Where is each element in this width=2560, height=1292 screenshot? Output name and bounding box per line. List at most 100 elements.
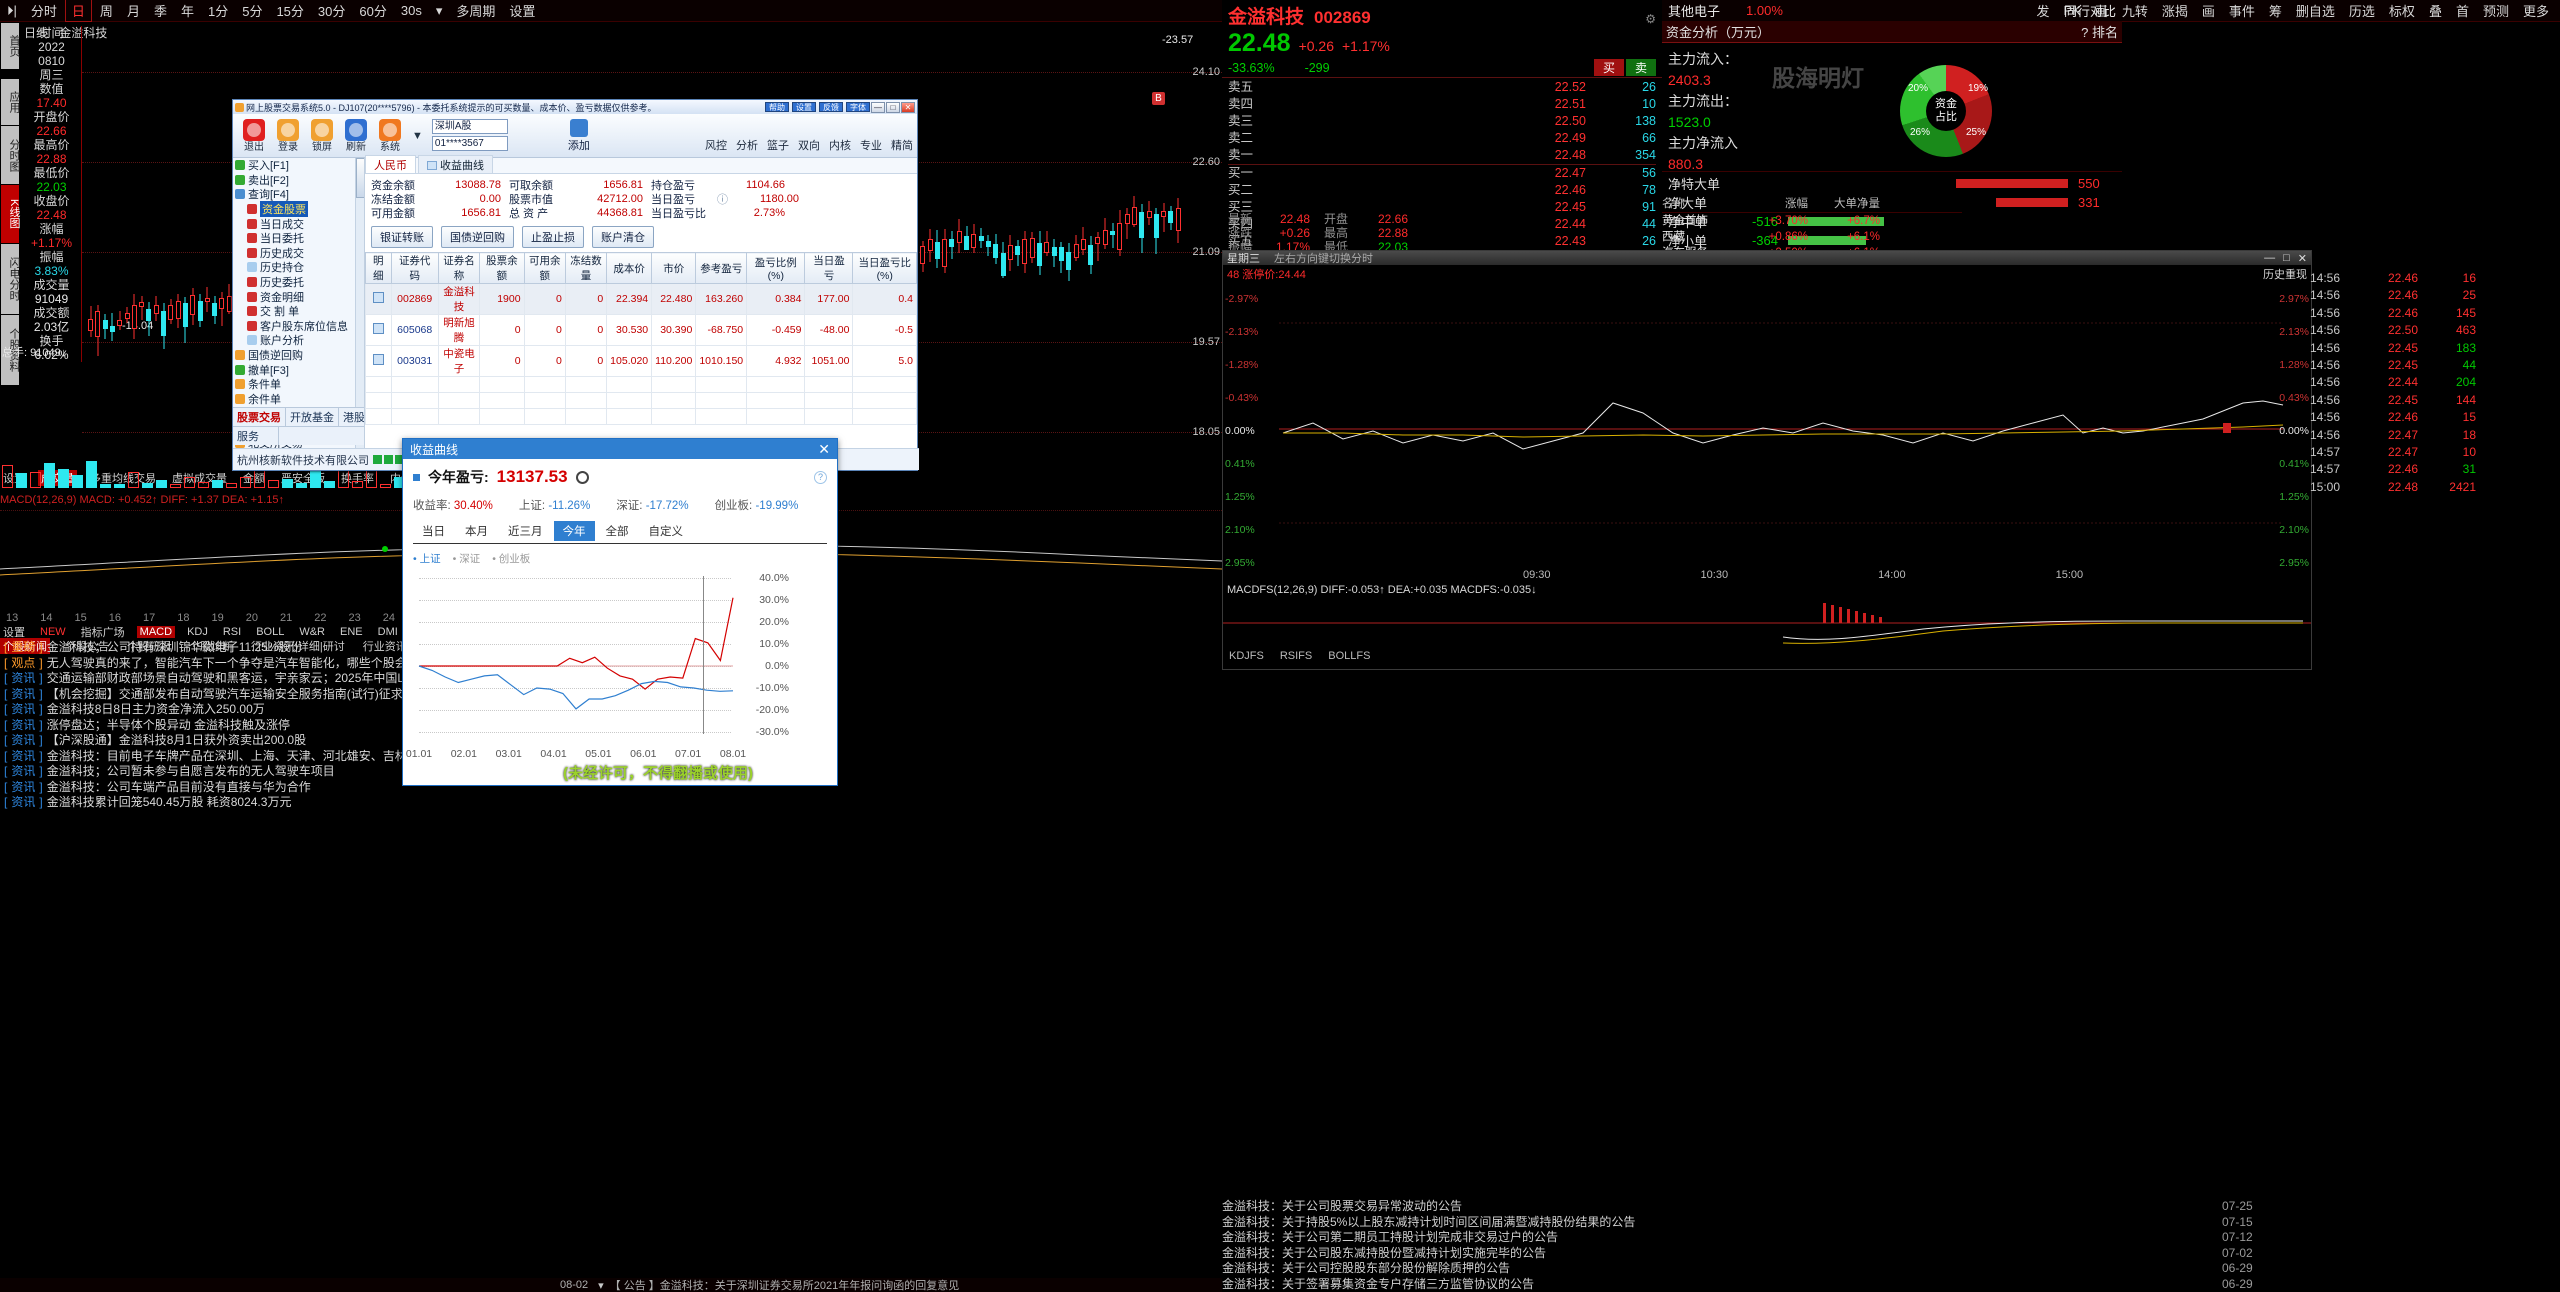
ind2-item-3-selected[interactable]: MACD — [136, 626, 176, 638]
add-button[interactable]: 添加 — [568, 137, 590, 153]
minimize-button[interactable]: — — [871, 101, 885, 113]
row-detail-icon[interactable] — [372, 354, 384, 365]
trading-window-titlebar[interactable]: 网上股票交易系统5.0 - DJ107(20****5796) - 本委托系统提… — [233, 100, 917, 114]
list-item[interactable]: 金溢科技：关于公司股票交易异常波动的公告 — [1222, 1199, 2312, 1215]
account-action-buttons[interactable]: 银证转账 国债逆回购 止盈止损 账户清仓 — [365, 224, 917, 252]
topbar-item-4[interactable]: 季 — [148, 0, 173, 21]
list-item[interactable]: 金溢科技：关于公司股东减持股份暨减持计划实施完毕的公告 — [1222, 1246, 2312, 1262]
close-button[interactable]: ✕ — [901, 101, 915, 113]
sidebar-item-2[interactable]: 查询[F4] — [233, 187, 364, 202]
sidebar-tab-hk[interactable]: 港股通 — [339, 408, 364, 426]
sell-button[interactable]: 卖 — [1625, 59, 1656, 76]
sidebar-item-16[interactable]: 余件单 — [233, 392, 364, 407]
reverse-repo-button[interactable]: 国债逆回购 — [441, 226, 514, 248]
link-twoway[interactable]: 双向 — [798, 137, 820, 153]
lockscreen-button[interactable]: 锁屏 — [305, 118, 339, 153]
range-year[interactable]: 今年 — [553, 521, 595, 541]
trading-main-tabs[interactable]: 人民币 收益曲线 — [365, 155, 917, 174]
add-button-group[interactable]: 添加 — [568, 118, 590, 153]
tab-bollfs[interactable]: BOLLFS — [1328, 650, 1370, 662]
left-tab-flash[interactable]: 闪电分时 — [1, 244, 20, 314]
fund-rank-link[interactable]: ? 排名 — [2081, 22, 2118, 41]
col-header-6[interactable]: 成本价 — [606, 252, 653, 284]
topbar-item-7[interactable]: 5分 — [236, 0, 268, 21]
topbar-item-6[interactable]: 1分 — [202, 0, 234, 21]
ind2-item-4[interactable]: KDJ — [184, 626, 211, 638]
table-header-row[interactable]: 明细 证券代码 证券名称 股票余额 可用余额 冻结数量 成本价 市价 参考盈亏 盈亏比例(%) 当日… — [365, 252, 917, 284]
minute-window-titlebar[interactable]: 星期三 左右方向键切换分时 — □ ✕ — [1223, 251, 2311, 265]
stop-profit-loss-button[interactable]: 止盈止损 — [522, 226, 584, 248]
settings-button[interactable]: 设置 — [792, 101, 816, 112]
row-detail-icon[interactable] — [372, 292, 384, 303]
info-icon[interactable]: ⓘ — [717, 191, 728, 207]
sidebar-tab-group[interactable]: 股票交易 开放基金 港股通 服务 — [233, 407, 364, 445]
table-row[interactable]: 002869 金溢科技 1900 0 0 22.394 22.480 163.260 0.384… — [365, 283, 917, 315]
close-icon[interactable]: ✕ — [2298, 252, 2307, 265]
gear-icon[interactable]: ⚙ — [1645, 12, 1656, 26]
exit-button[interactable]: 退出 — [237, 118, 271, 153]
ind2-item-8[interactable]: ENE — [337, 626, 366, 638]
trading-toolbar[interactable]: 退出 登录 锁屏 刷新 系统 ▼ 深圳A股 01****3567 添加 风控 分… — [233, 114, 917, 158]
topbar-item-0[interactable]: 分时 — [25, 0, 63, 21]
chevron-down-icon[interactable]: ▾ — [598, 1279, 604, 1292]
list-item[interactable]: 金溢科技：关于公司第二期员工持股计划完成非交易过户的公告 — [1222, 1230, 2312, 1246]
sidebar-item-1[interactable]: 卖出[F2] — [233, 173, 364, 188]
sidebar-item-13[interactable]: 国债逆回购 — [233, 348, 364, 363]
table-row[interactable]: 605068 明新旭腾 0 0 0 30.530 30.390 -68.750 -0.459 -4… — [365, 314, 917, 346]
topbar-multiperiod[interactable]: 多周期 — [450, 0, 501, 21]
list-item[interactable]: [资讯] 金溢科技累计回笼540.45万股 耗资8024.3万元 — [4, 795, 704, 811]
tick-list[interactable]: 14:56 22.46 16 14:56 22.46 25 14:56 22.46 145 … — [2310, 270, 2560, 496]
profit-curve-dialog[interactable]: 收益曲线 ✕ 今年盈亏: 13137.53 ? 收益率: 30.40% 上证: … — [402, 438, 838, 786]
row-detail-icon[interactable] — [372, 323, 384, 334]
sidebar-item-8[interactable]: 历史委托 — [233, 275, 364, 290]
link-analysis[interactable]: 分析 — [736, 137, 758, 153]
curve-dialog-titlebar[interactable]: 收益曲线 ✕ — [403, 439, 837, 459]
help-icon[interactable]: ? — [814, 470, 827, 484]
left-tab-apps[interactable]: 应用 — [1, 79, 20, 125]
left-tab-kline[interactable]: K线图 — [1, 185, 20, 243]
topbar-item-2[interactable]: 周 — [94, 0, 119, 21]
col-header-8[interactable]: 参考盈亏 — [695, 252, 748, 284]
refresh-button[interactable]: 刷新 — [339, 118, 373, 153]
topbar-item-5[interactable]: 年 — [175, 0, 200, 21]
buy-button[interactable]: 买 — [1593, 59, 1624, 76]
feedback-button[interactable]: 反馈 — [819, 101, 843, 112]
maximize-button[interactable]: □ — [886, 101, 900, 113]
peer-compare-link[interactable]: 同行对比 — [2064, 1, 2116, 20]
range-month[interactable]: 本月 — [456, 521, 497, 541]
trading-sidebar[interactable]: 买入[F1] 卖出[F2] 查询[F4] 资金股票 当日成交 当日委托 历史成交 历史持仓 历史… — [233, 158, 365, 469]
left-tab-home[interactable]: 首页 — [1, 23, 20, 69]
sidebar-tab-stock[interactable]: 股票交易 — [233, 408, 286, 426]
col-header-0[interactable]: 明细 — [365, 252, 392, 284]
sidebar-tab-service[interactable]: 服务 — [233, 427, 279, 445]
legend-chinext[interactable]: 创业板 — [492, 551, 531, 566]
ind2-item-new[interactable]: NEW — [37, 626, 69, 638]
link-simple[interactable]: 精简 — [891, 137, 913, 153]
table-row[interactable]: 003031 中瓷电子 0 0 0 105.020 110.200 1010.150 4.932… — [365, 345, 917, 377]
trading-window[interactable]: 网上股票交易系统5.0 - DJ107(20****5796) - 本委托系统提… — [232, 99, 919, 471]
col-header-11[interactable]: 当日盈亏比(%) — [852, 252, 917, 284]
range-custom[interactable]: 自定义 — [640, 521, 693, 541]
col-header-4[interactable]: 可用余额 — [523, 252, 566, 284]
topbar-item-1-selected[interactable]: 日 — [64, 0, 92, 22]
tab-rsifs[interactable]: RSIFS — [1280, 650, 1312, 662]
sidebar-item-3[interactable]: 资金股票 — [233, 201, 364, 218]
sidebar-item-9[interactable]: 资金明细 — [233, 289, 364, 304]
sector-name[interactable]: 其他电子 — [1668, 1, 1720, 20]
clear-position-button[interactable]: 账户清仓 — [592, 226, 654, 248]
sidebar-item-6[interactable]: 历史成交 — [233, 246, 364, 261]
curve-legend[interactable]: 上证 深证 创业板 — [413, 551, 827, 566]
history-replay-button[interactable]: 历史重现 — [2263, 266, 2307, 282]
list-item[interactable]: 金溢科技：关于签署募集资金专户存储三方监管协议的公告 — [1222, 1277, 2312, 1292]
account-select[interactable]: 01****3567 — [431, 135, 508, 151]
minute-bottom-tabs[interactable]: KDJFS RSIFS BOLLFS — [1223, 649, 2311, 663]
ind2-item-7[interactable]: W&R — [296, 626, 328, 638]
sidebar-item-12[interactable]: 账户分析 — [233, 333, 364, 348]
close-icon[interactable]: ✕ — [818, 442, 830, 456]
login-button[interactable]: 登录 — [271, 118, 305, 153]
tab-kdjfs[interactable]: KDJFS — [1229, 650, 1264, 662]
sidebar-item-7[interactable]: 历史持仓 — [233, 260, 364, 275]
maximize-icon[interactable]: □ — [2283, 252, 2290, 265]
topbar-item-8[interactable]: 15分 — [270, 0, 309, 21]
ind2-item-6[interactable]: BOLL — [253, 626, 287, 638]
